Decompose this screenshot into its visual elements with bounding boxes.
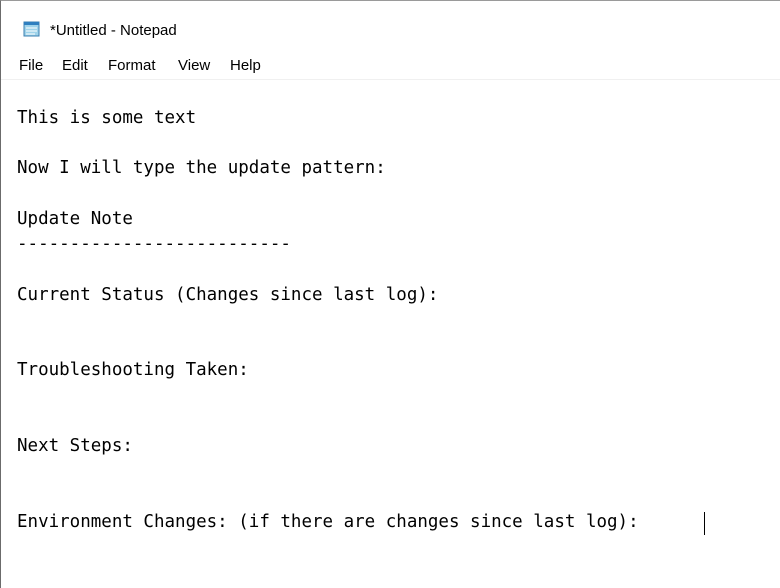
- window-title: *Untitled - Notepad: [50, 22, 177, 39]
- editor-line: This is some text: [17, 108, 197, 128]
- editor-line: Troubleshooting Taken:: [17, 360, 249, 380]
- editor-line: Now I will type the update pattern:: [17, 158, 386, 178]
- menu-help[interactable]: Help: [230, 57, 261, 74]
- menu-bar: File Edit Format View Help: [1, 53, 780, 80]
- menu-format[interactable]: Format: [108, 57, 156, 74]
- editor-line: Environment Changes: (if there are chang…: [17, 512, 639, 532]
- notepad-icon: [23, 21, 41, 37]
- editor-line: --------------------------: [17, 234, 291, 254]
- menu-edit[interactable]: Edit: [62, 57, 88, 74]
- text-caret: [704, 512, 705, 535]
- menu-file[interactable]: File: [19, 57, 43, 74]
- notepad-window: *Untitled - Notepad File Edit Format Vie…: [0, 0, 780, 588]
- editor-line: Update Note: [17, 209, 133, 229]
- editor-line: Next Steps:: [17, 436, 133, 456]
- menu-view[interactable]: View: [178, 57, 210, 74]
- editor-line: Current Status (Changes since last log):: [17, 285, 439, 305]
- title-bar[interactable]: *Untitled - Notepad: [1, 1, 780, 43]
